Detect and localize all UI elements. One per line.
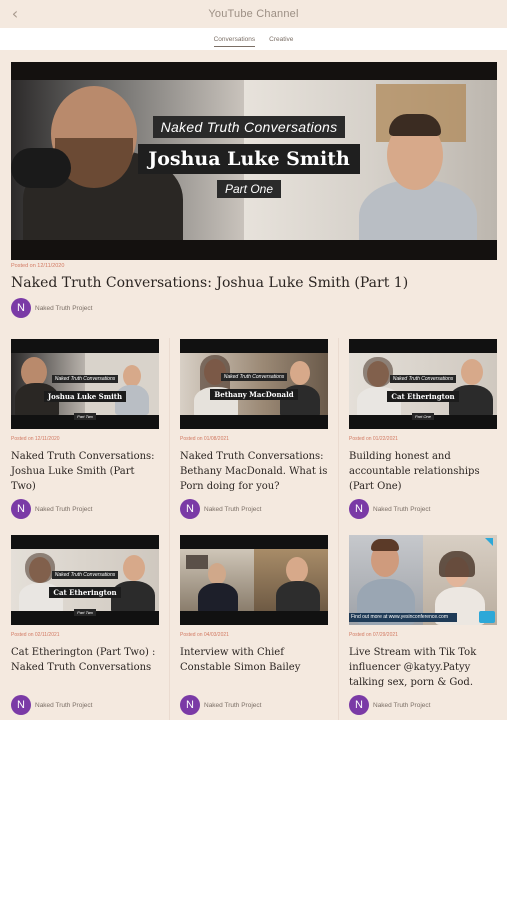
thumbnail-series-label: Naked Truth Conversations <box>220 373 288 381</box>
video-title[interactable]: Live Stream with Tik Tok influencer @kat… <box>349 645 497 690</box>
video-thumbnail[interactable]: Naked Truth Conversations Bethany MacDon… <box>180 339 328 429</box>
column-divider <box>338 338 339 720</box>
video-thumbnail[interactable]: Find out more at www.yesinconference.com <box>349 535 497 625</box>
thumbnail-series-label: Naked Truth Conversations <box>51 571 119 579</box>
author-name: Naked Truth Project <box>373 701 431 709</box>
tab-conversations[interactable]: Conversations <box>213 28 255 50</box>
featured-author: N Naked Truth Project <box>11 298 92 318</box>
author-name: Naked Truth Project <box>35 304 93 312</box>
thumbnail-part-label: Part Two <box>74 413 96 420</box>
avatar: N <box>11 499 31 519</box>
video-thumbnail[interactable]: Naked Truth Conversations Cat Etheringto… <box>349 339 497 429</box>
tab-creative[interactable]: Creative <box>269 28 293 50</box>
video-author: N Naked Truth Project <box>180 499 261 519</box>
video-date: Posted on 01/22/2021 <box>349 436 398 442</box>
thumbnail-series-label: Naked Truth Conversations <box>152 116 346 138</box>
author-name: Naked Truth Project <box>373 505 431 513</box>
video-title[interactable]: Interview with Chief Constable Simon Bai… <box>180 645 328 675</box>
video-title[interactable]: Naked Truth Conversations: Bethany MacDo… <box>180 449 328 494</box>
video-date: Posted on 04/03/2021 <box>180 632 229 638</box>
chevron-left-icon[interactable]: ‹ <box>6 4 24 24</box>
tab-bar: Conversations Creative <box>0 28 507 50</box>
avatar: N <box>180 499 200 519</box>
thumbnail-series-label: Naked Truth Conversations <box>389 375 457 383</box>
video-date: Posted on 12/11/2020 <box>11 436 60 442</box>
video-title[interactable]: Building honest and accountable relation… <box>349 449 497 494</box>
author-name: Naked Truth Project <box>204 701 262 709</box>
page-title: YouTube Channel <box>208 8 299 20</box>
featured-title[interactable]: Naked Truth Conversations: Joshua Luke S… <box>11 275 497 291</box>
video-date: Posted on 07/29/2021 <box>349 632 398 638</box>
avatar: N <box>180 695 200 715</box>
thumbnail-part-label: Part One <box>216 180 282 198</box>
video-title[interactable]: Naked Truth Conversations: Joshua Luke S… <box>11 449 159 494</box>
thumbnail-guest-name: Bethany MacDonald <box>210 389 298 400</box>
video-author: N Naked Truth Project <box>180 695 261 715</box>
video-thumbnail[interactable] <box>180 535 328 625</box>
thumbnail-series-label: Naked Truth Conversations <box>51 375 119 383</box>
author-name: Naked Truth Project <box>204 505 262 513</box>
featured-video-thumbnail[interactable]: Naked Truth Conversations Joshua Luke Sm… <box>11 62 497 260</box>
video-date: Posted on 02/11/2021 <box>11 632 60 638</box>
thumbnail-guest-name: Cat Etherington <box>387 391 459 402</box>
thumbnail-part-label: Part One <box>411 413 434 420</box>
video-list: Naked Truth Conversations Joshua Luke Sm… <box>0 50 507 720</box>
avatar: N <box>11 695 31 715</box>
video-author: N Naked Truth Project <box>349 695 430 715</box>
thumbnail-guest-name: Cat Etherington <box>49 587 121 598</box>
avatar: N <box>349 695 369 715</box>
featured-date: Posted on 12/11/2020 <box>11 263 65 269</box>
featured-thumbnail-caption: Naked Truth Conversations Joshua Luke Sm… <box>129 116 369 198</box>
video-thumbnail[interactable]: Naked Truth Conversations Cat Etheringto… <box>11 535 159 625</box>
thumbnail-guest-name: Joshua Luke Smith <box>138 144 360 174</box>
thumbnail-caption: Find out more at www.yesinconference.com <box>351 614 448 620</box>
video-author: N Naked Truth Project <box>11 499 92 519</box>
author-name: Naked Truth Project <box>35 505 93 513</box>
video-date: Posted on 01/08/2021 <box>180 436 229 442</box>
author-name: Naked Truth Project <box>35 701 93 709</box>
video-author: N Naked Truth Project <box>11 695 92 715</box>
video-title[interactable]: Cat Etherington (Part Two) : Naked Truth… <box>11 645 159 675</box>
column-divider <box>169 338 170 720</box>
avatar: N <box>349 499 369 519</box>
video-author: N Naked Truth Project <box>349 499 430 519</box>
top-bar: ‹ YouTube Channel <box>0 0 507 28</box>
avatar: N <box>11 298 31 318</box>
thumbnail-guest-name: Joshua Luke Smith <box>43 391 127 402</box>
thumbnail-part-label: Part Two <box>74 609 96 616</box>
video-thumbnail[interactable]: Naked Truth Conversations Joshua Luke Sm… <box>11 339 159 429</box>
